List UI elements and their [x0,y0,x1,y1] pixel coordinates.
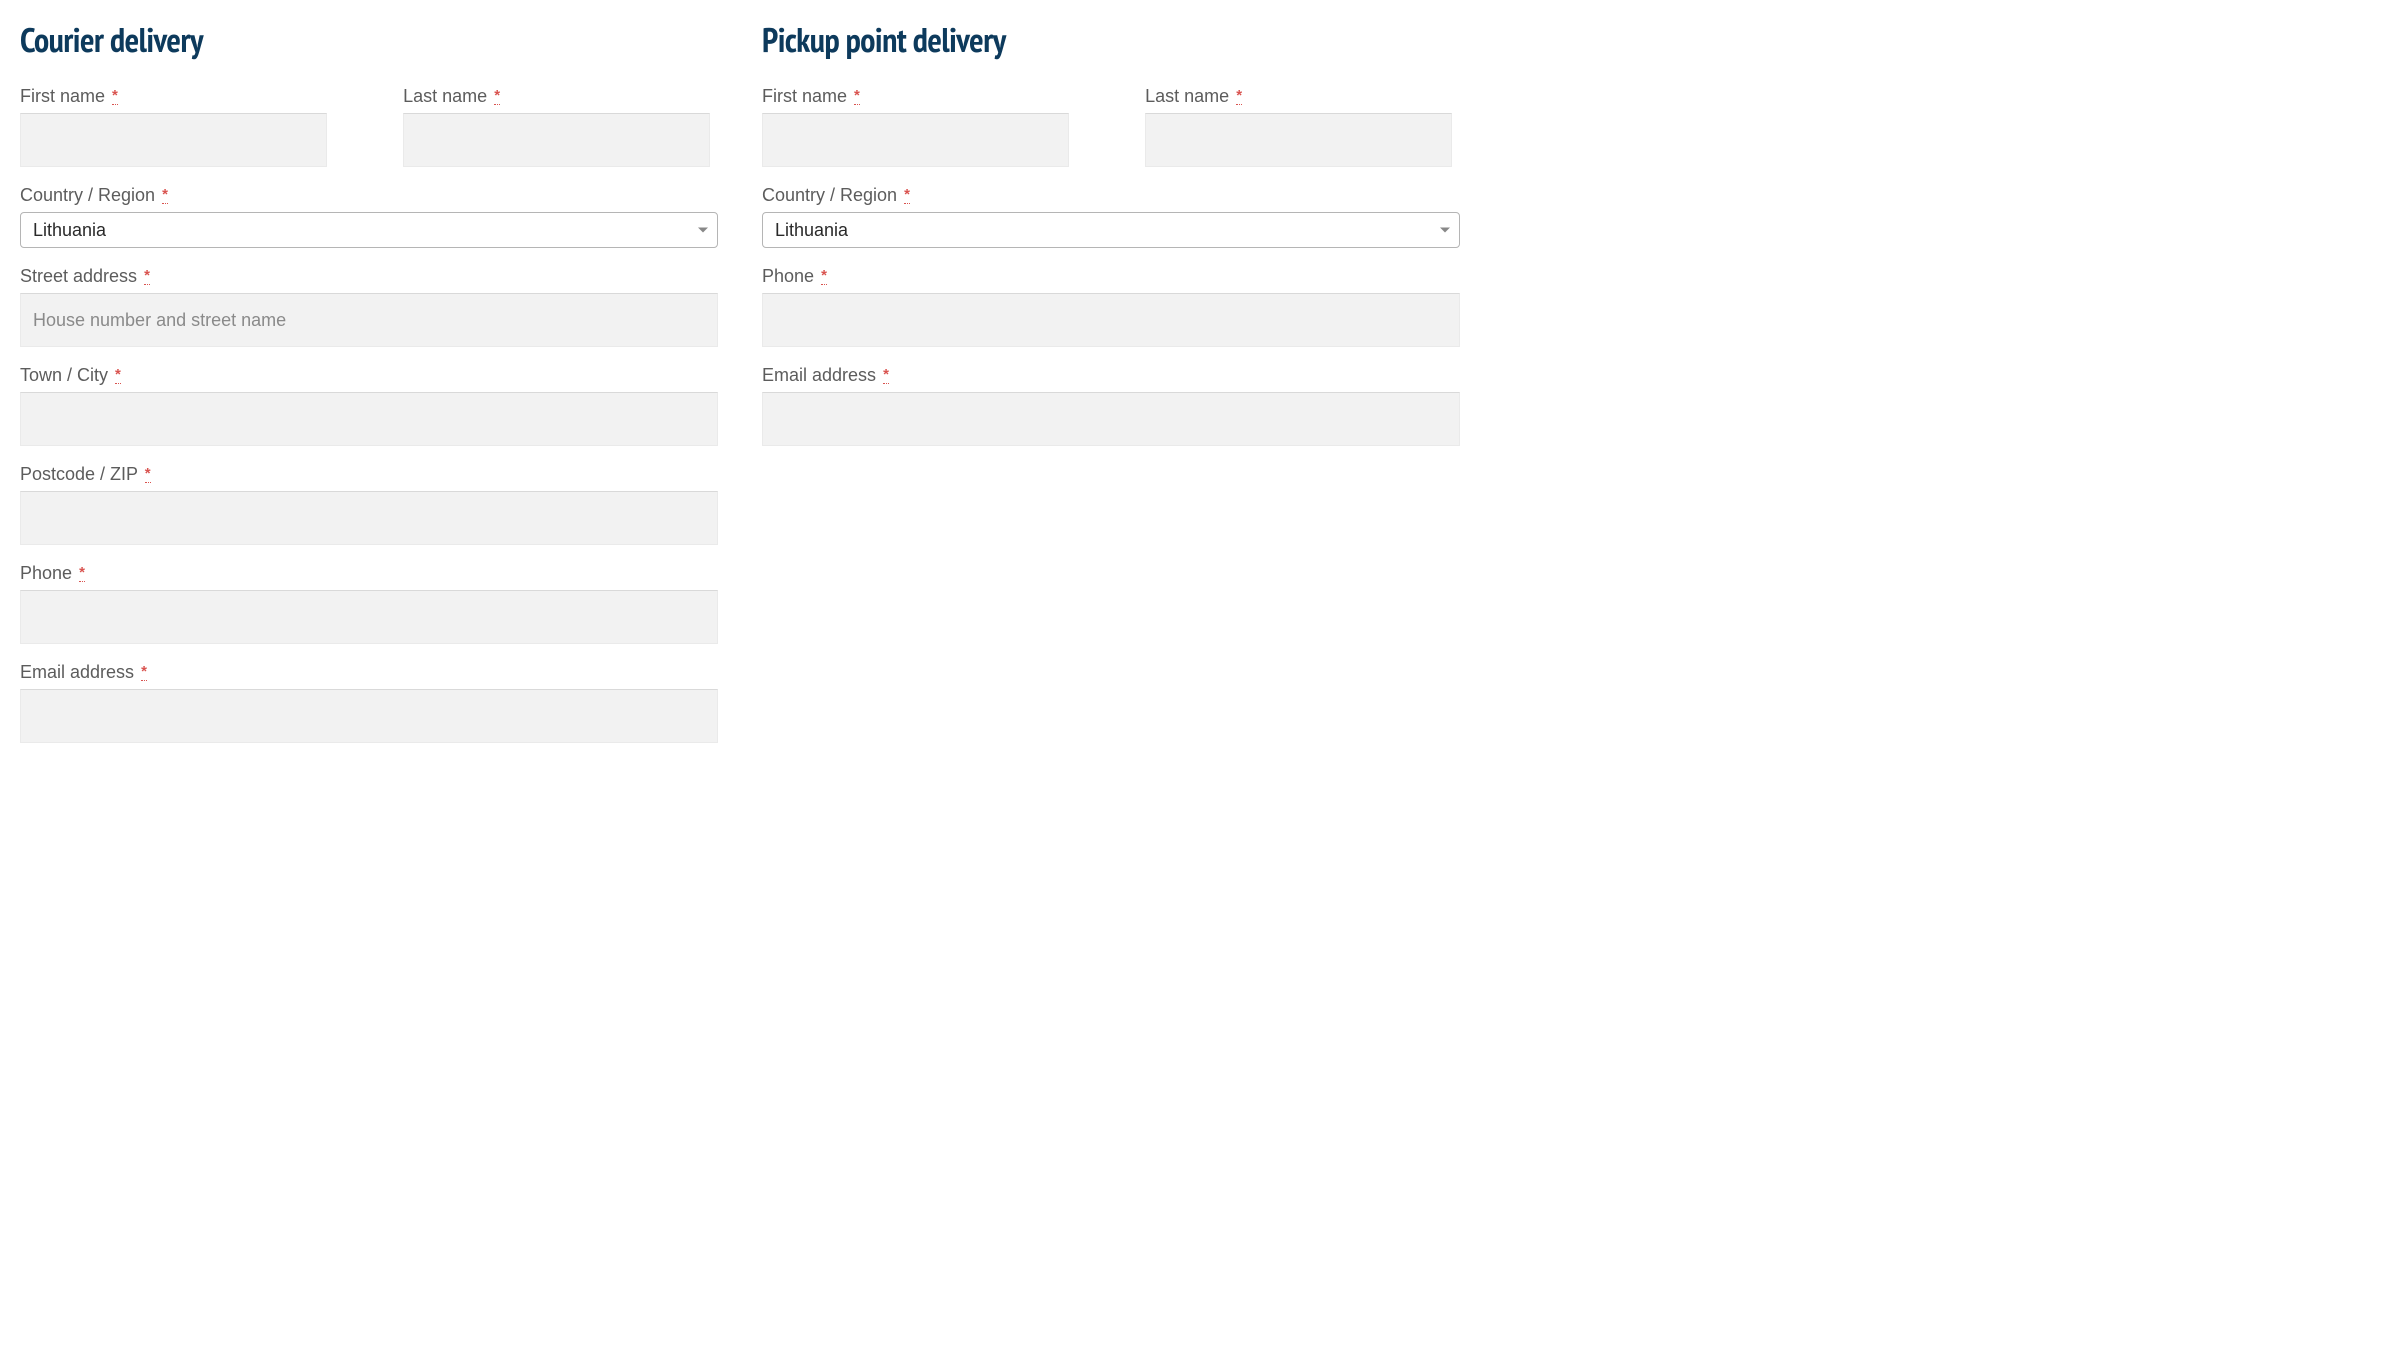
pickup-phone-field: Phone * [762,266,1460,347]
pickup-delivery-section: Pickup point delivery First name * Last … [762,0,1460,743]
label-text: Phone [762,266,814,286]
required-marker: * [112,87,118,105]
label-text: Country / Region [20,185,155,205]
required-marker: * [1236,87,1242,105]
pickup-email-field: Email address * [762,365,1460,446]
courier-city-field: Town / City * [20,365,718,446]
courier-country-selected: Lithuania [33,220,106,241]
pickup-last-name-field: Last name * [1145,86,1452,167]
label-text: Town / City [20,365,108,385]
required-marker: * [162,186,168,204]
pickup-title: Pickup point delivery [762,18,1460,62]
pickup-last-name-label: Last name * [1145,86,1452,107]
pickup-country-select-wrap: Lithuania [762,212,1460,248]
label-text: Street address [20,266,137,286]
courier-last-name-label: Last name * [403,86,710,107]
label-text: Country / Region [762,185,897,205]
required-marker: * [883,366,889,384]
pickup-last-name-input[interactable] [1145,113,1452,167]
label-text: Phone [20,563,72,583]
pickup-phone-label: Phone * [762,266,1460,287]
required-marker: * [821,267,827,285]
pickup-email-input[interactable] [762,392,1460,446]
label-text: Email address [762,365,876,385]
pickup-phone-input[interactable] [762,293,1460,347]
pickup-first-name-input[interactable] [762,113,1069,167]
pickup-country-select[interactable]: Lithuania [762,212,1460,248]
label-text: First name [20,86,105,106]
label-text: Postcode / ZIP [20,464,138,484]
courier-last-name-input[interactable] [403,113,710,167]
courier-street-label: Street address * [20,266,718,287]
required-marker: * [79,564,85,582]
label-text: Last name [403,86,487,106]
courier-delivery-section: Courier delivery First name * Last name … [20,0,718,743]
courier-email-label: Email address * [20,662,718,683]
courier-street-input[interactable] [20,293,718,347]
courier-postcode-label: Postcode / ZIP * [20,464,718,485]
courier-country-select-wrap: Lithuania [20,212,718,248]
pickup-email-label: Email address * [762,365,1460,386]
label-text: First name [762,86,847,106]
label-text: Email address [20,662,134,682]
pickup-country-label: Country / Region * [762,185,1460,206]
required-marker: * [904,186,910,204]
courier-email-field: Email address * [20,662,718,743]
required-marker: * [141,663,147,681]
courier-first-name-input[interactable] [20,113,327,167]
courier-country-field: Country / Region * Lithuania [20,185,718,248]
pickup-country-selected: Lithuania [775,220,848,241]
courier-postcode-field: Postcode / ZIP * [20,464,718,545]
required-marker: * [144,267,150,285]
label-text: Last name [1145,86,1229,106]
required-marker: * [115,366,121,384]
courier-phone-field: Phone * [20,563,718,644]
pickup-first-name-field: First name * [762,86,1069,167]
courier-email-input[interactable] [20,689,718,743]
courier-title: Courier delivery [20,18,718,62]
required-marker: * [145,465,151,483]
pickup-first-name-label: First name * [762,86,1069,107]
courier-city-label: Town / City * [20,365,718,386]
required-marker: * [494,87,500,105]
required-marker: * [854,87,860,105]
courier-phone-input[interactable] [20,590,718,644]
courier-phone-label: Phone * [20,563,718,584]
courier-street-field: Street address * [20,266,718,347]
courier-country-label: Country / Region * [20,185,718,206]
courier-postcode-input[interactable] [20,491,718,545]
courier-country-select[interactable]: Lithuania [20,212,718,248]
courier-first-name-label: First name * [20,86,327,107]
courier-last-name-field: Last name * [403,86,710,167]
courier-city-input[interactable] [20,392,718,446]
pickup-country-field: Country / Region * Lithuania [762,185,1460,248]
courier-first-name-field: First name * [20,86,327,167]
